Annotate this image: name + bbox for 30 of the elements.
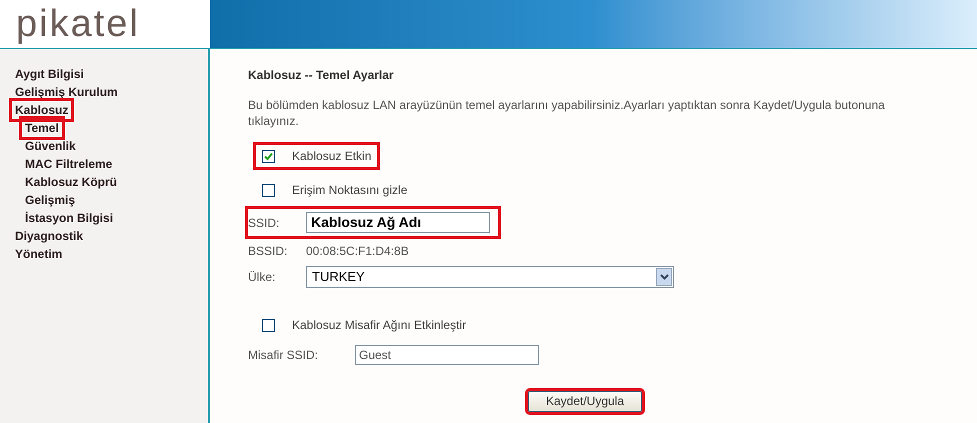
sidebar-item[interactable]: Kablosuz Köprü [22, 173, 120, 191]
chevron-down-icon [656, 268, 672, 286]
sidebar-item[interactable]: Yönetim [12, 245, 66, 263]
description: Bu bölümden kablosuz LAN arayüzünün temel ayarlarını yapabilirsiniz.Ayarları yaptıktan sonra Kaydet/Uygula butonuna tıklayınız. [248, 97, 886, 129]
checkbox-label: Erişim Noktasını gizle [292, 182, 408, 199]
sidebar-item[interactable]: Güvenlik [22, 137, 79, 155]
check-icon [264, 152, 273, 160]
sidebar-item[interactable]: Gelişmiş Kurulum [12, 83, 121, 101]
field-label: Ülke: [248, 269, 276, 286]
field-label: Misafir SSID: [248, 347, 320, 364]
ssid-field[interactable]: Kablosuz Ağ Adı [306, 212, 490, 233]
checkbox[interactable] [262, 184, 275, 196]
page-title: Kablosuz -- Temel Ayarlar [248, 67, 395, 84]
checkbox[interactable] [262, 318, 275, 332]
guest-ssid-field[interactable]: Guest [355, 345, 539, 365]
checkbox-label: Kablosuz Etkin [292, 148, 372, 165]
sidebar-item[interactable]: Gelişmiş [22, 191, 78, 209]
field-label: SSID: [248, 214, 280, 232]
sidebar-item[interactable]: Kablosuz [12, 101, 72, 119]
sidebar-item[interactable]: MAC Filtreleme [22, 155, 116, 173]
sidebar-item[interactable]: Temel [22, 119, 62, 137]
field-label: BSSID: [248, 243, 288, 260]
sidebar-item[interactable]: Aygıt Bilgisi [12, 65, 87, 83]
sidebar-item[interactable]: Diyagnostik [12, 227, 86, 245]
checkbox[interactable] [262, 150, 275, 162]
country-dropdown[interactable]: TURKEY [306, 266, 674, 288]
checkbox-label: Kablosuz Misafir Ağını Etkinleştir [292, 317, 466, 334]
logo: pikatel [16, 5, 140, 43]
sidebar-item[interactable]: İstasyon Bilgisi [22, 209, 116, 227]
bssid-value: 00:08:5C:F1:D4:8B [306, 243, 409, 260]
